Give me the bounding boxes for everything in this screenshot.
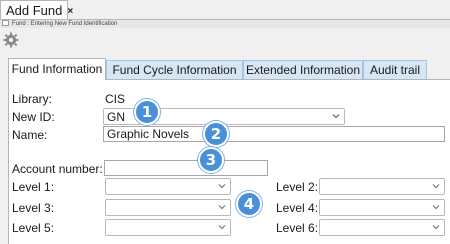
chevron-down-icon	[432, 225, 440, 230]
callout-marker-1: 1	[134, 99, 160, 125]
chevron-down-icon	[332, 114, 340, 119]
new-id-label: New ID:	[12, 110, 55, 124]
level-2-label: Level 2:	[276, 180, 319, 194]
callout-marker-4: 4	[236, 191, 262, 217]
level-1-dropdown[interactable]	[105, 178, 231, 195]
chevron-down-icon	[218, 184, 226, 189]
tab-audit-trail[interactable]: Audit trail	[363, 60, 427, 79]
gear-icon[interactable]	[3, 32, 19, 48]
level-3-label: Level 3:	[12, 201, 55, 215]
window-tab-title: Add Fund	[6, 3, 63, 18]
name-label: Name:	[12, 128, 48, 142]
library-value: CIS	[105, 92, 126, 106]
level-6-label: Level 6:	[276, 221, 319, 235]
window-tab-add-fund[interactable]: Add Fund ×	[0, 0, 73, 20]
level-5-dropdown[interactable]	[105, 219, 231, 236]
status-bar: Fund : Entering New Fund Identification	[0, 20, 450, 28]
callout-marker-2: 2	[203, 121, 229, 147]
level-6-dropdown[interactable]	[319, 219, 445, 236]
level-2-dropdown[interactable]	[319, 178, 445, 195]
chevron-down-icon	[432, 205, 440, 210]
tab-extended-information[interactable]: Extended Information	[243, 60, 363, 79]
account-number-label: Account number:	[12, 162, 103, 176]
chevron-down-icon	[218, 225, 226, 230]
library-label: Library:	[12, 92, 53, 106]
close-icon[interactable]: ×	[67, 6, 73, 17]
account-number-input[interactable]	[104, 160, 268, 176]
name-input[interactable]: Graphic Novels	[103, 126, 445, 142]
level-5-label: Level 5:	[12, 221, 55, 235]
level-3-dropdown[interactable]	[105, 199, 231, 216]
new-id-value: GN	[107, 110, 125, 124]
tab-fund-information[interactable]: Fund Information	[8, 58, 106, 80]
level-4-label: Level 4:	[276, 201, 319, 215]
tab-fund-cycle-information[interactable]: Fund Cycle Information	[106, 60, 243, 79]
chevron-down-icon	[218, 205, 226, 210]
chevron-down-icon	[432, 184, 440, 189]
level-4-dropdown[interactable]	[319, 199, 445, 216]
checkbox-icon	[2, 20, 9, 27]
level-1-label: Level 1:	[12, 180, 55, 194]
callout-marker-3: 3	[198, 147, 224, 173]
status-text: Fund : Entering New Fund Identification	[12, 21, 118, 27]
